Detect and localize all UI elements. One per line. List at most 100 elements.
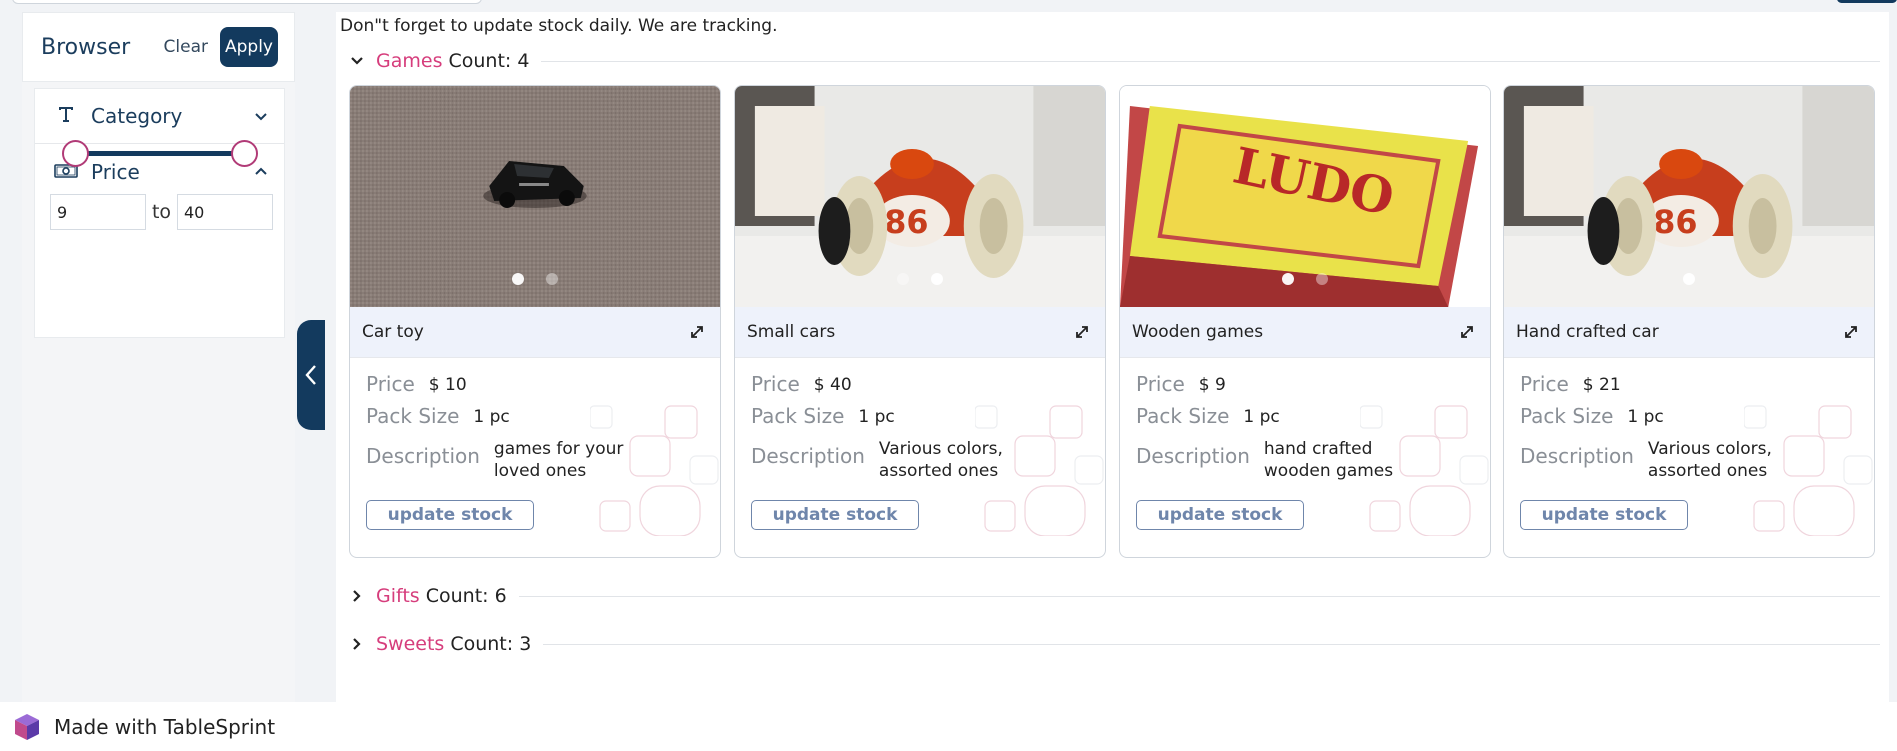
footer-text: Made with TableSprint [54,714,276,739]
footer: Made with TableSprint [0,702,1897,751]
price-slider-max-handle[interactable] [231,140,258,167]
pack-size-label: Pack Size [366,404,460,428]
description-value: games for your loved ones [493,439,624,481]
pack-size-value: 1 pc [858,407,895,427]
chevron-right-icon [353,638,361,650]
card-body: Price $ 10 Pack Size 1 pc Description ga… [350,358,720,536]
price-value: $ 9 [1198,375,1226,395]
svg-text:86: 86 [1653,203,1697,241]
filter-sidebar: Browser Clear Apply Category Price to [22,12,295,702]
pack-size-label: Pack Size [1520,404,1614,428]
group-count: Count: 4 [448,50,530,72]
pack-size-label: Pack Size [751,404,845,428]
group-header-sweets[interactable]: Sweets Count: 3 [350,629,1880,659]
image-carousel-dots[interactable] [1683,273,1695,285]
pack-size-row: Pack Size 1 pc [1136,404,1474,428]
price-row: Price $ 21 [1520,372,1858,396]
sidebar-header: Browser Clear Apply [22,12,295,82]
expand-icon[interactable] [1842,323,1860,341]
tablesprint-logo-icon [15,713,39,740]
update-stock-button[interactable]: update stock [1136,500,1304,530]
group-divider [543,643,1880,645]
card-body: Price $ 21 Pack Size 1 pc Description Va… [1504,358,1874,536]
sidebar-title: Browser [41,34,131,60]
group-name: Gifts [376,585,420,607]
stock-notice: Don"t forget to update stock daily. We a… [340,16,778,36]
description-label: Description [366,444,480,468]
price-slider-min-handle[interactable] [62,140,89,167]
group-header-games[interactable]: Games Count: 4 [350,46,1880,76]
product-image[interactable]: 86 [735,86,1105,307]
group-count: Count: 6 [425,585,507,607]
product-card: Car toy Price $ 10 Pack Size 1 pc Descri… [349,85,721,558]
pack-size-label: Pack Size [1136,404,1230,428]
main-content: Don"t forget to update stock daily. We a… [336,12,1889,702]
price-row: Price $ 40 [751,372,1089,396]
description-row: Description games for your loved ones [366,436,704,482]
price-label: Price [366,372,415,396]
description-label: Description [1520,444,1634,468]
pack-size-value: 1 pc [473,407,510,427]
description-value: hand crafted wooden games [1263,439,1394,481]
card-title: Wooden games [1132,322,1264,342]
product-image[interactable]: 86 [1504,86,1874,307]
price-min-input[interactable] [50,194,146,230]
collapse-sidebar-button[interactable] [297,320,325,430]
group-count: Count: 3 [450,633,532,655]
image-carousel-dots[interactable] [897,273,943,285]
image-carousel-dots[interactable] [512,273,558,285]
price-range-inputs: to [50,194,273,230]
card-title-bar: Wooden games [1120,307,1490,358]
chevron-down-icon [255,113,267,121]
card-title: Hand crafted car [1516,322,1659,342]
expand-icon[interactable] [688,323,706,341]
chevron-down-icon [351,57,363,65]
price-max-input[interactable] [177,194,273,230]
filter-category[interactable]: Category [35,89,284,144]
update-stock-button[interactable]: update stock [1520,500,1688,530]
description-label: Description [1136,444,1250,468]
description-row: Description Various colors, assorted one… [1520,436,1858,482]
expand-icon[interactable] [1073,323,1091,341]
top-right-button[interactable] [1837,0,1897,3]
top-search-bar[interactable] [12,0,482,4]
group-header-gifts[interactable]: Gifts Count: 6 [350,581,1880,611]
clear-button[interactable]: Clear [164,37,208,57]
group-divider [518,595,1880,597]
price-value: $ 21 [1582,375,1621,395]
price-label: Price [1136,372,1185,396]
filter-category-label: Category [91,104,183,128]
update-stock-button[interactable]: update stock [751,500,919,530]
description-value: Various colors, assorted ones [1647,439,1772,481]
apply-button[interactable]: Apply [220,27,278,67]
description-label: Description [751,444,865,468]
product-image[interactable]: LUDO [1120,86,1490,307]
pack-size-row: Pack Size 1 pc [751,404,1089,428]
chevron-up-icon [255,167,267,175]
product-image[interactable] [350,86,720,307]
pack-size-value: 1 pc [1627,407,1664,427]
group-name: Sweets [376,633,445,655]
chevron-right-icon [353,590,361,602]
card-title: Car toy [362,322,424,342]
card-body: Price $ 9 Pack Size 1 pc Description han… [1120,358,1490,536]
svg-text:86: 86 [884,203,928,241]
image-carousel-dots[interactable] [1282,273,1328,285]
pack-size-row: Pack Size 1 pc [366,404,704,428]
text-t-icon [53,104,79,129]
pack-size-value: 1 pc [1243,407,1280,427]
chevron-left-icon [305,365,316,385]
card-title-bar: Car toy [350,307,720,358]
description-value: Various colors, assorted ones [878,439,1003,481]
price-label: Price [1520,372,1569,396]
group-divider [541,60,1880,62]
price-slider-track [72,151,248,156]
card-title-bar: Small cars [735,307,1105,358]
price-slider[interactable] [62,140,258,167]
pack-size-row: Pack Size 1 pc [1520,404,1858,428]
update-stock-button[interactable]: update stock [366,500,534,530]
price-value: $ 10 [428,375,467,395]
card-title: Small cars [747,322,836,342]
expand-icon[interactable] [1458,323,1476,341]
price-value: $ 40 [813,375,852,395]
